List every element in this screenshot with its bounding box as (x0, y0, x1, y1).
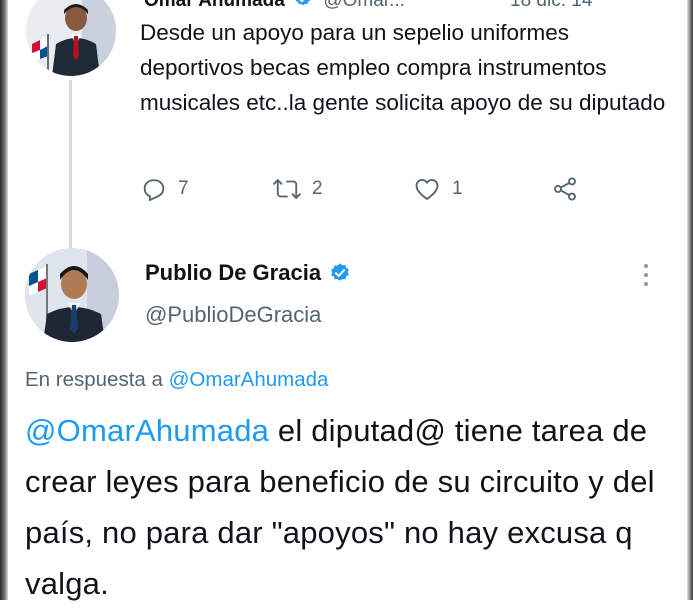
avatar[interactable] (25, 248, 119, 342)
reply-icon (143, 179, 165, 202)
author-name[interactable]: Omar Ahumada (144, 0, 285, 11)
like-button[interactable]: 1 (412, 172, 463, 206)
reply-tweet[interactable]: Publio De Gracia @PublioDeGracia En resp… (0, 240, 693, 601)
like-count: 1 (452, 178, 463, 199)
avatar-photo (25, 248, 119, 342)
tweet-date[interactable]: 18 dic. 14 (510, 0, 592, 12)
retweet-count: 2 (312, 178, 323, 199)
more-options-icon[interactable] (642, 264, 650, 290)
author-name-text: Publio De Gracia (145, 260, 322, 285)
author-handle[interactable]: @Omar... (323, 0, 405, 11)
tweet-text: @OmarAhumada el diputad@ tiene tarea de … (25, 405, 675, 609)
thread-connector-line (69, 80, 72, 250)
author-handle[interactable]: @PublioDeGracia (145, 302, 321, 328)
heart-icon (415, 178, 439, 200)
reply-prefix: En respuesta a (25, 368, 163, 391)
parent-tweet[interactable]: Omar Ahumada @Omar... 18 dic. 14 Desde u… (0, 0, 693, 250)
author-name[interactable]: Publio De Gracia (145, 260, 351, 286)
verified-badge-icon (295, 0, 311, 6)
mention-link[interactable]: @OmarAhumada (25, 413, 269, 448)
avatar-photo (26, 0, 116, 76)
verified-badge-icon (331, 263, 349, 281)
retweet-button[interactable]: 2 (272, 172, 323, 206)
reply-context: En respuesta a @OmarAhumada (25, 368, 328, 392)
tweet-actions: 7 2 1 (140, 172, 600, 206)
reply-mention-link[interactable]: @OmarAhumada (169, 368, 329, 391)
share-button[interactable] (550, 172, 580, 206)
reply-button[interactable]: 7 (140, 172, 189, 206)
retweet-icon (273, 179, 301, 199)
reply-count: 7 (178, 178, 189, 199)
tweet-text: Desde un apoyo para un sepelio uniformes… (140, 20, 666, 115)
tweet-header: Omar Ahumada @Omar... (144, 0, 405, 12)
share-icon (554, 177, 576, 201)
avatar[interactable] (26, 0, 116, 76)
